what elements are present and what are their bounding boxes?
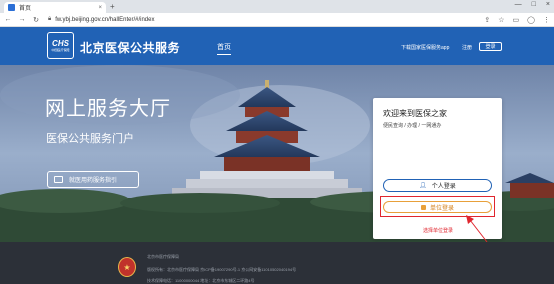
unit-login-button[interactable]: 单位登录 xyxy=(383,201,492,213)
nav-home-underline xyxy=(217,54,231,55)
hero-title: 网上服务大厅 xyxy=(45,98,171,120)
url-field[interactable]: 🔒︎ fw.ybj.beijing.gov.cn/hallEnter/#/ind… xyxy=(48,16,154,23)
site-header: CHS 中国医疗保障 北京医保公共服务 首页 下载国家医保服务app 注册 登录 xyxy=(0,27,554,65)
footer-contact: 技术保障电话：11000000044 地址：北京市东城区二环路4号 xyxy=(147,278,255,283)
header-login-button[interactable]: 登录 xyxy=(479,42,502,51)
footer-copyright: 版权所有：北京市医疗保障局 京ICP备19007290号-1 京公网安备1101… xyxy=(147,267,297,272)
unit-login-label: 单位登录 xyxy=(429,205,454,212)
tab-close-icon[interactable]: × xyxy=(98,5,102,11)
card-subtitle: 便民查询 / 办理 / 一网通办 xyxy=(383,123,442,129)
site-favicon-icon xyxy=(8,4,15,11)
browser-tab-bar: 首页 × + — □ × xyxy=(0,0,554,13)
share-icon[interactable]: ⇪ xyxy=(484,16,490,24)
building-icon xyxy=(420,204,426,210)
star-icon[interactable]: ☆ xyxy=(498,16,504,24)
window-controls: — □ × xyxy=(515,1,550,8)
back-icon[interactable]: ← xyxy=(4,16,12,23)
site-logo[interactable]: CHS 中国医疗保障 xyxy=(47,32,74,59)
monitor-icon xyxy=(54,176,63,183)
reload-icon[interactable]: ↻ xyxy=(32,16,40,24)
national-emblem-icon: ★ xyxy=(118,257,136,277)
logo-sub: 中国医疗保障 xyxy=(51,48,70,52)
menu-icon[interactable]: ⋮ xyxy=(543,16,550,24)
new-tab-button[interactable]: + xyxy=(110,2,115,12)
login-card: 欢迎来到医保之家 便民查询 / 办理 / 一网通办 👤︎ 个人登录 单位登录 选… xyxy=(373,98,502,239)
medical-guide-button[interactable]: 就医用药服务指引 xyxy=(47,171,139,188)
lock-icon: 🔒︎ xyxy=(48,16,52,22)
close-window-button[interactable]: × xyxy=(546,1,550,8)
download-app-link[interactable]: 下载国家医保服务app xyxy=(401,44,449,51)
profile-icon[interactable]: ◯ xyxy=(527,16,535,24)
address-bar: ← → ↻ 🔒︎ fw.ybj.beijing.gov.cn/hallEnter… xyxy=(0,13,554,27)
select-unit-hint: 选择单位登录 xyxy=(423,228,454,234)
personal-login-label: 个人登录 xyxy=(431,184,456,190)
guide-button-label: 就医用药服务指引 xyxy=(69,178,118,184)
minimize-button[interactable]: — xyxy=(515,1,522,8)
sidebar-icon[interactable]: ▭ xyxy=(513,16,520,24)
site-footer: ★ 北京市医疗保障局 版权所有：北京市医疗保障局 京ICP备19007290号-… xyxy=(0,242,554,284)
person-icon: 👤︎ xyxy=(419,183,427,189)
maximize-button[interactable]: □ xyxy=(532,1,536,8)
tab-title: 首页 xyxy=(19,6,32,12)
browser-tab[interactable]: 首页 × xyxy=(4,2,106,13)
toolbar-icons: ⇪ ☆ ▭ ◯ ⋮ xyxy=(484,16,550,24)
nav-home-link[interactable]: 首页 xyxy=(217,42,231,52)
footer-org: 北京市医疗保障局 xyxy=(147,254,179,259)
logo-abbr: CHS xyxy=(52,39,69,48)
register-link[interactable]: 注册 xyxy=(462,44,472,51)
personal-login-button[interactable]: 👤︎ 个人登录 xyxy=(383,179,492,192)
hero-subtitle: 医保公共服务门户 xyxy=(46,133,134,145)
card-title: 欢迎来到医保之家 xyxy=(383,109,447,118)
forward-icon[interactable]: → xyxy=(18,16,26,23)
url-text: fw.ybj.beijing.gov.cn/hallEnter/#/index xyxy=(55,16,155,23)
site-name: 北京医保公共服务 xyxy=(80,41,181,55)
